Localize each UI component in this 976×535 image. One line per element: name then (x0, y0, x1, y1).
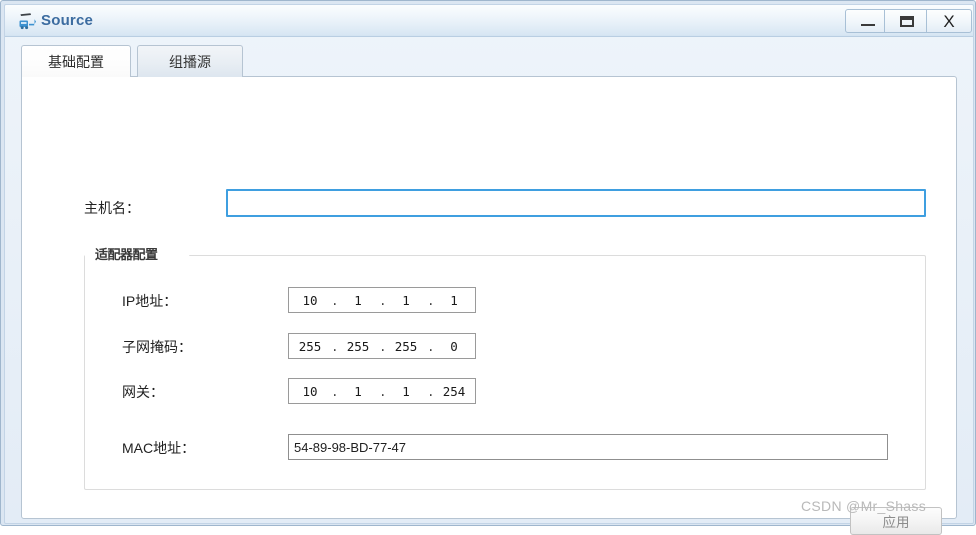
tab-panel-basic-config: 主机名： 适配器配置 IP地址： 10 . 1 . 1 . 1 子网掩码： 25… (21, 76, 957, 535)
watermark-text: CSDN @Mr_Shass (801, 498, 926, 514)
ip-address-input[interactable]: 10 . 1 . 1 . 1 (288, 287, 476, 313)
network-device-icon (17, 11, 37, 31)
mask-octet-1[interactable]: 255 (297, 339, 323, 354)
window-title: Source (41, 12, 94, 29)
apply-button-label: 应用 (882, 515, 910, 530)
mask-separator-3: . (427, 338, 435, 354)
close-button[interactable]: X (926, 9, 972, 33)
gateway-octet-2[interactable]: 1 (345, 384, 371, 399)
application-window: Source X 基础配置 组播源 主机名： 适配器配置 IP地址： 10 . … (0, 0, 976, 535)
tab-multicast-source-label: 组播源 (169, 53, 211, 70)
ip-separator-3: . (427, 292, 435, 308)
ip-address-label: IP地址： (122, 293, 178, 309)
maximize-button[interactable] (884, 9, 930, 33)
mask-separator-2: . (379, 338, 387, 354)
ip-octet-4[interactable]: 1 (441, 293, 467, 308)
mac-address-input[interactable] (288, 434, 888, 460)
gateway-separator-1: . (331, 383, 339, 399)
gateway-octet-1[interactable]: 10 (297, 384, 323, 399)
subnet-mask-input[interactable]: 255 . 255 . 255 . 0 (288, 333, 476, 359)
gateway-octet-4[interactable]: 254 (441, 384, 467, 399)
mask-octet-3[interactable]: 255 (393, 339, 419, 354)
mask-octet-4[interactable]: 0 (441, 339, 467, 354)
tab-basic-config-label: 基础配置 (48, 53, 104, 70)
hostname-input[interactable] (226, 189, 926, 217)
ip-separator-2: . (379, 292, 387, 308)
close-icon: X (927, 10, 971, 32)
tab-multicast-source[interactable]: 组播源 (137, 45, 243, 77)
gateway-octet-3[interactable]: 1 (393, 384, 419, 399)
groupbox-title-slant (181, 242, 203, 264)
hostname-label: 主机名： (84, 200, 140, 216)
gateway-input[interactable]: 10 . 1 . 1 . 254 (288, 378, 476, 404)
mask-octet-2[interactable]: 255 (345, 339, 371, 354)
ip-octet-3[interactable]: 1 (393, 293, 419, 308)
tab-basic-config[interactable]: 基础配置 (21, 45, 131, 77)
subnet-mask-label: 子网掩码： (122, 339, 192, 355)
mask-separator-1: . (331, 338, 339, 354)
close-glyph: X (943, 11, 955, 31)
gateway-separator-2: . (379, 383, 387, 399)
mac-address-label: MAC地址： (122, 440, 196, 456)
gateway-label: 网关： (122, 384, 164, 400)
gateway-separator-3: . (427, 383, 435, 399)
title-bar[interactable]: Source X (5, 5, 973, 37)
client-area: 基础配置 组播源 主机名： 适配器配置 IP地址： 10 . 1 . 1 . 1… (11, 41, 967, 535)
ip-separator-1: . (331, 292, 339, 308)
ip-octet-2[interactable]: 1 (345, 293, 371, 308)
maximize-icon (885, 10, 929, 32)
ip-octet-1[interactable]: 10 (297, 293, 323, 308)
adapter-config-groupbox-title: 适配器配置 (85, 242, 184, 264)
